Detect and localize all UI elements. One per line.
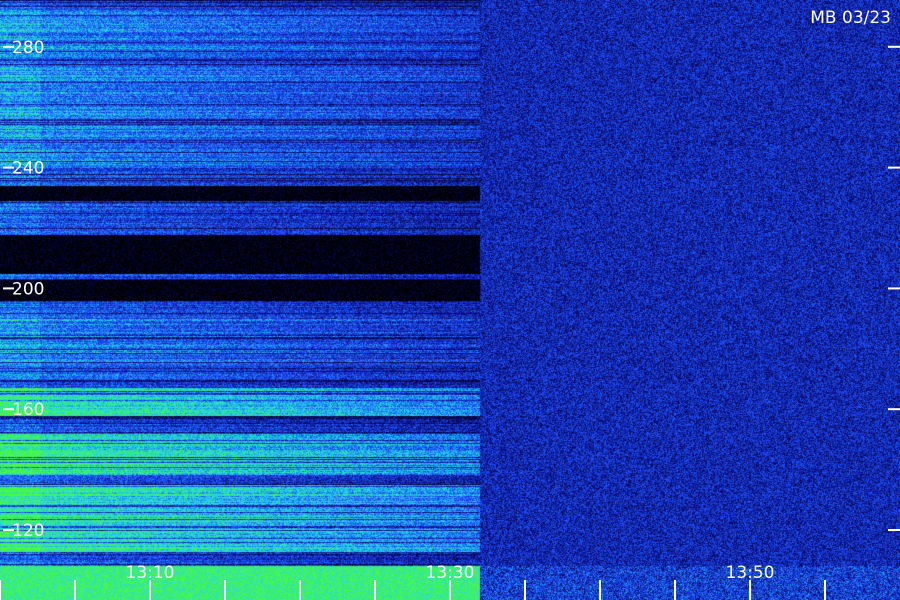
x-tick-label: 13:50 xyxy=(726,563,775,583)
x-tick-label: 13:10 xyxy=(126,563,175,583)
x-axis: 13:10 13:30 13:50 xyxy=(0,563,826,600)
y-tick-label: 120 xyxy=(12,521,44,541)
chart-overlay: MB 03/23 120 160 200 240 280 13:10 13:30 13:50 xyxy=(0,8,900,600)
chart-title: MB 03/23 xyxy=(810,8,891,28)
x-tick-label: 13:30 xyxy=(426,563,475,583)
y-tick-label: 160 xyxy=(12,400,44,420)
y-tick-label: 240 xyxy=(12,159,44,179)
y-tick-label: 280 xyxy=(12,38,44,58)
y-tick-label: 200 xyxy=(12,279,44,299)
y-axis: 120 160 200 240 280 xyxy=(3,38,900,541)
